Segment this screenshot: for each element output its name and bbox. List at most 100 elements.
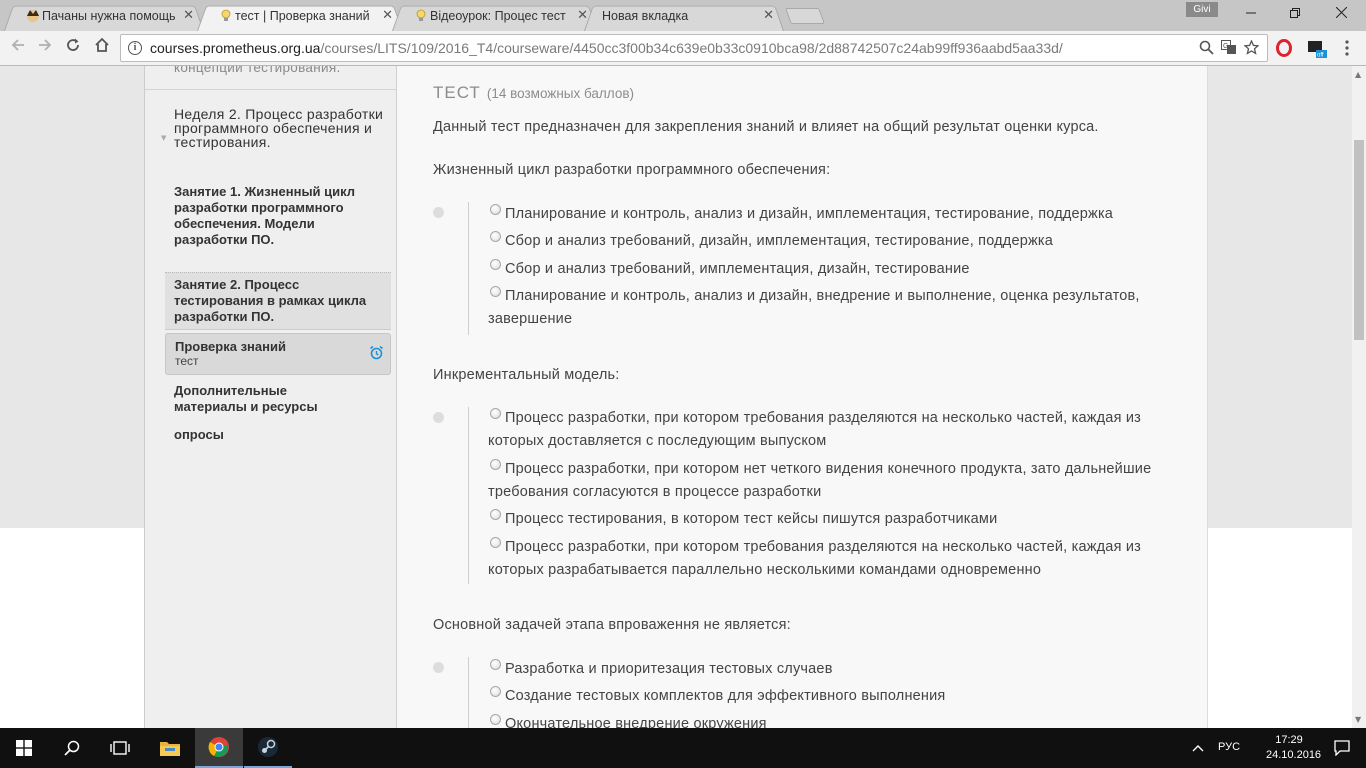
back-button[interactable]	[6, 36, 30, 60]
task-view-icon	[110, 741, 130, 755]
option-label: Процесс разработки, при котором требован…	[488, 410, 1142, 449]
option-label: Процесс разработки, при котором нет четк…	[488, 461, 1152, 500]
menu-kebab-icon[interactable]	[1344, 39, 1362, 57]
radio-button[interactable]	[490, 537, 501, 548]
new-tab-button[interactable]	[785, 8, 825, 24]
steam-icon	[258, 737, 278, 757]
chevron-up-icon	[1192, 745, 1204, 752]
taskbar-file-explorer[interactable]	[146, 728, 194, 768]
tab-1[interactable]: тест | Проверка знаний ✕	[197, 3, 403, 31]
clock-time: 17:29	[1275, 734, 1303, 746]
radio-button[interactable]	[490, 459, 501, 470]
radio-button[interactable]	[490, 714, 501, 725]
question-3-option-2[interactable]: Создание тестовых комплектов для эффекти…	[488, 685, 1178, 708]
opera-extension-icon[interactable]	[1276, 39, 1294, 57]
notification-icon	[1334, 740, 1350, 756]
question-1-option-4[interactable]: Планирование и контроль, анализ и дизайн…	[488, 285, 1178, 331]
taskbar-steam[interactable]	[244, 728, 292, 768]
sidebar-lesson-2[interactable]: Занятие 2. Процесс тестирования в рамках…	[165, 272, 391, 330]
sidebar-lesson-1[interactable]: Занятие 1. Жизненный цикл разработки про…	[165, 184, 391, 248]
restore-button[interactable]	[1272, 0, 1318, 28]
question-3-divider	[468, 657, 469, 728]
action-center-button[interactable]	[1318, 728, 1366, 768]
radio-button[interactable]	[490, 204, 501, 215]
sidebar-extra-materials[interactable]: Дополнительные материалы и ресурсы	[174, 383, 354, 415]
previous-section-title[interactable]: концепции тестирования.	[174, 66, 341, 75]
reload-icon	[67, 38, 79, 51]
show-hidden-icons-button[interactable]	[1186, 728, 1210, 768]
question-1-option-2[interactable]: Сбор и анализ требований, дизайн, имплем…	[488, 230, 1178, 253]
close-tab-icon[interactable]: ✕	[763, 3, 774, 29]
taskbar-chrome[interactable]	[195, 728, 243, 768]
tab-strip: Пачаны нужна помощь ✕ тест | Проверка зн…	[0, 0, 1366, 31]
system-clock[interactable]: 17:29 24.10.2016	[1266, 733, 1322, 763]
option-label: Сбор и анализ требований, дизайн, имплем…	[505, 233, 1054, 249]
vpn-extension-icon[interactable]: off	[1307, 39, 1327, 59]
sidebar-extra-polls[interactable]: опросы	[174, 427, 224, 443]
problem-title: ТЕСТ	[433, 83, 481, 102]
option-label: Окончательное внедрение окружения	[505, 716, 767, 728]
close-tab-icon[interactable]: ✕	[382, 3, 393, 29]
close-tab-icon[interactable]: ✕	[183, 3, 194, 29]
forward-button[interactable]	[33, 36, 57, 60]
restore-icon	[1290, 8, 1300, 18]
problem-points: (14 возможных баллов)	[486, 86, 634, 101]
close-tab-icon[interactable]: ✕	[577, 3, 588, 29]
close-window-button[interactable]	[1318, 0, 1364, 28]
tab-2[interactable]: Відеоурок: Процес тест ✕	[392, 3, 598, 31]
reload-button[interactable]	[61, 36, 85, 60]
alarm-clock-icon	[369, 345, 384, 360]
svg-text:G: G	[1223, 43, 1228, 50]
question-3-option-1[interactable]: Разработка и приоритезация тестовых случ…	[488, 658, 1178, 681]
option-label: Планирование и контроль, анализ и дизайн…	[488, 288, 1140, 327]
radio-button[interactable]	[490, 686, 501, 697]
home-button[interactable]	[90, 36, 114, 60]
windows-logo-icon	[16, 740, 32, 756]
web-page: концепции тестирования. ▼ Неделя 2. Проц…	[0, 66, 1352, 728]
sidebar-week-title[interactable]: Неделя 2. Процесс разработки программног…	[174, 107, 384, 149]
question-1-option-1[interactable]: Планирование и контроль, анализ и дизайн…	[488, 203, 1178, 226]
address-bar[interactable]: i courses.prometheus.org.ua/courses/LITS…	[120, 34, 1268, 62]
radio-button[interactable]	[490, 659, 501, 670]
option-label: Процесс разработки, при котором требован…	[488, 539, 1142, 578]
question-3-option-3[interactable]: Окончательное внедрение окружения	[488, 713, 1178, 728]
radio-button[interactable]	[490, 509, 501, 520]
question-2-option-4[interactable]: Процесс разработки, при котором требован…	[488, 536, 1178, 582]
search-button[interactable]	[48, 728, 96, 768]
question-2-divider	[468, 407, 469, 584]
tab-0[interactable]: Пачаны нужна помощь ✕	[4, 3, 204, 31]
question-2-option-2[interactable]: Процесс разработки, при котором нет четк…	[488, 458, 1178, 504]
page-scrollbar[interactable]: ▲ ▼	[1352, 66, 1366, 728]
task-view-button[interactable]	[96, 728, 144, 768]
question-1-option-3[interactable]: Сбор и анализ требований, имплементация,…	[488, 258, 1178, 281]
problem-header: ТЕСТ (14 возможных баллов)	[433, 83, 634, 103]
zoom-search-icon[interactable]	[1199, 40, 1214, 59]
scroll-up-icon[interactable]: ▲	[1355, 70, 1361, 79]
question-2-option-3[interactable]: Процесс тестирования, в котором тест кей…	[488, 508, 1178, 531]
anime-avatar-icon	[26, 9, 40, 23]
radio-button[interactable]	[490, 408, 501, 419]
start-button[interactable]	[0, 728, 48, 768]
scroll-down-icon[interactable]: ▼	[1355, 715, 1361, 724]
profile-button[interactable]: Givi	[1186, 2, 1218, 17]
option-label: Процесс тестирования, в котором тест кей…	[505, 511, 998, 527]
input-language-indicator[interactable]: РУС	[1218, 741, 1240, 753]
clock-date: 24.10.2016	[1266, 749, 1322, 761]
minimize-icon	[1246, 12, 1256, 14]
option-label: Создание тестовых комплектов для эффекти…	[505, 688, 946, 704]
translate-icon[interactable]: G	[1221, 40, 1237, 59]
question-3-text: Основной задачей этапа впроваження не яв…	[433, 617, 791, 633]
radio-button[interactable]	[490, 231, 501, 242]
info-icon[interactable]: i	[128, 41, 142, 55]
radio-button[interactable]	[490, 259, 501, 270]
sidebar-unit-knowledge-check[interactable]: Проверка знаний тест	[165, 333, 391, 375]
bookmark-star-icon[interactable]	[1243, 39, 1260, 59]
svg-text:off: off	[1317, 53, 1324, 59]
radio-button[interactable]	[490, 286, 501, 297]
question-2-option-1[interactable]: Процесс разработки, при котором требован…	[488, 407, 1178, 453]
minimize-button[interactable]	[1228, 0, 1274, 28]
chevron-down-icon: ▼	[161, 134, 167, 142]
scrollbar-thumb[interactable]	[1354, 140, 1364, 340]
tab-title: тест | Проверка знаний	[235, 9, 370, 23]
tab-3[interactable]: Новая вкладка ✕	[584, 3, 784, 31]
